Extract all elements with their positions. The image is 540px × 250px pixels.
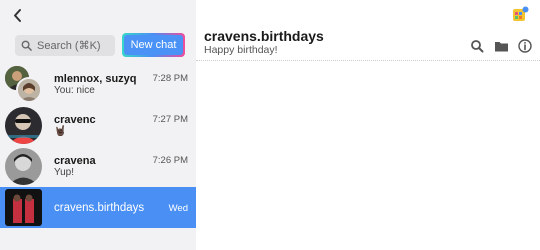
- avatar: [5, 148, 42, 185]
- chat-preview: 🤘🏿: [54, 126, 67, 137]
- app-icon[interactable]: [512, 6, 530, 24]
- chat-time: Wed: [168, 203, 188, 214]
- chat-item-cravens-birthdays[interactable]: cravens.birthdays Wed: [0, 187, 196, 228]
- folder-icon: [495, 42, 508, 52]
- chat-item-mlennox-suzyq[interactable]: mlennox, suzyq You: nice 7:28 PM: [0, 64, 196, 105]
- chat-name: mlennox, suzyq: [54, 73, 137, 85]
- avatar-image: [5, 148, 42, 185]
- chat-time: 7:28 PM: [152, 73, 188, 84]
- chat-item-cravenc[interactable]: cravenc 🤘🏿 7:27 PM: [0, 105, 196, 146]
- avatar: [16, 77, 42, 103]
- search-chat-button[interactable]: [470, 39, 484, 53]
- sidebar: Search (⌘K) New chat mlennox, suzyq You:…: [0, 0, 196, 250]
- chat-name: cravenc: [54, 114, 96, 126]
- chat-subtitle: Happy birthday!: [204, 44, 278, 56]
- avatar: [5, 189, 42, 226]
- chat-preview: Yup!: [54, 167, 75, 178]
- new-chat-button[interactable]: New chat: [122, 33, 185, 57]
- chat-item-cravena[interactable]: cravena Yup! 7:26 PM: [0, 146, 196, 187]
- avatar-image: [5, 107, 42, 144]
- new-chat-label: New chat: [124, 35, 183, 55]
- chat-title: cravens.birthdays: [204, 28, 324, 44]
- chat-name: cravens.birthdays: [54, 202, 145, 214]
- chat-name: cravena: [54, 155, 96, 167]
- chat-time: 7:27 PM: [152, 114, 188, 125]
- avatar-image: [5, 189, 42, 226]
- search-label: Search (⌘K): [37, 40, 101, 52]
- search-icon: [471, 40, 484, 53]
- avatar: [5, 107, 42, 144]
- search-input[interactable]: Search (⌘K): [15, 35, 115, 56]
- header-divider: [196, 60, 540, 61]
- chat-preview: You: nice: [54, 85, 95, 96]
- files-button[interactable]: [494, 39, 509, 53]
- back-button[interactable]: [8, 6, 28, 26]
- info-button[interactable]: [518, 39, 532, 53]
- group-avatar: [5, 66, 42, 103]
- info-icon: [518, 39, 532, 53]
- chat-time: 7:26 PM: [152, 155, 188, 166]
- back-arrow-icon: [14, 9, 21, 22]
- search-icon: [21, 40, 32, 51]
- chat-list: mlennox, suzyq You: nice 7:28 PM cravenc…: [0, 64, 196, 228]
